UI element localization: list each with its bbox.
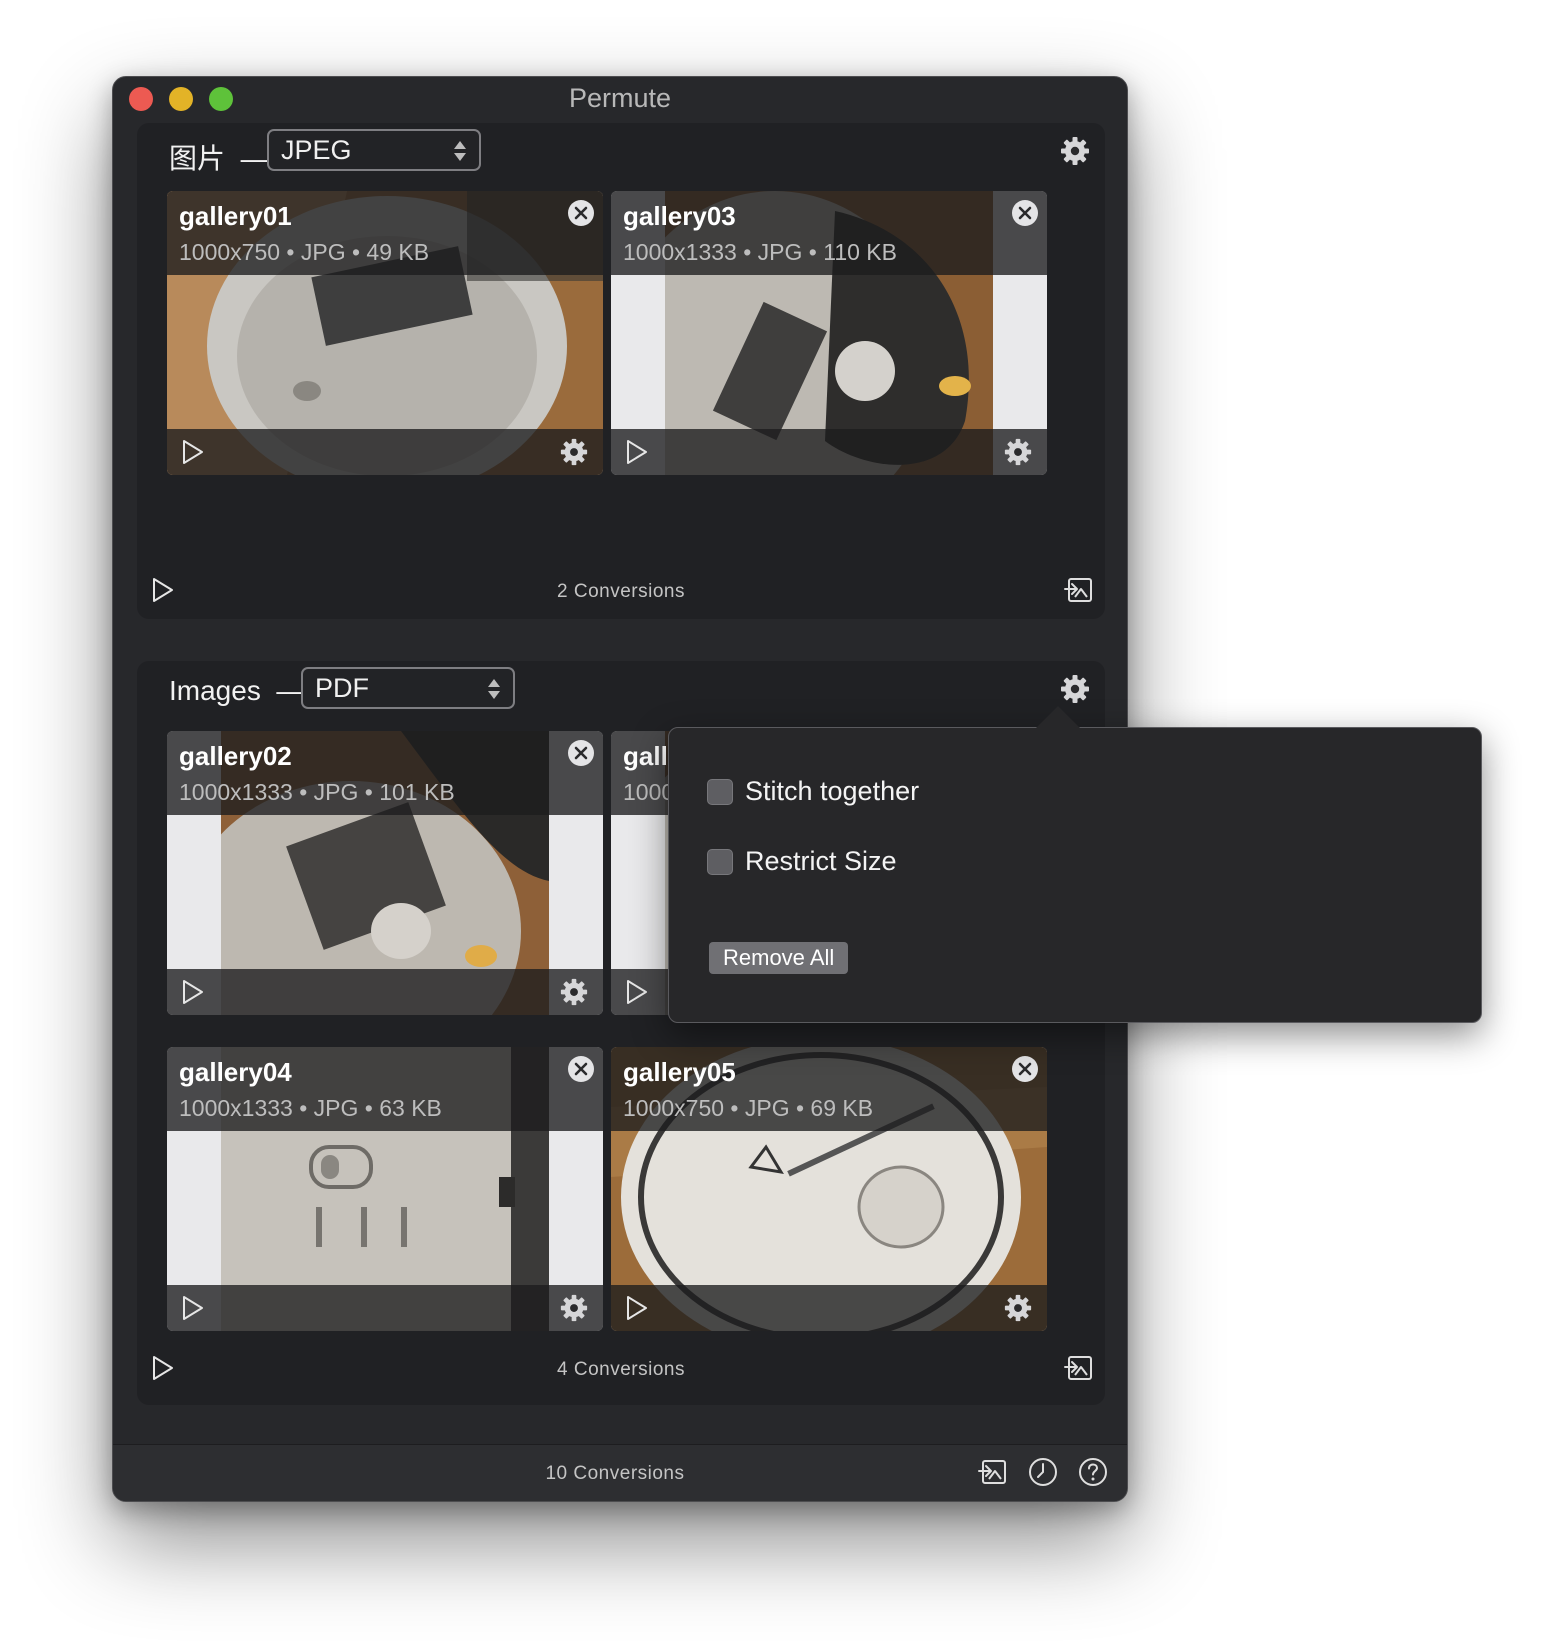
card-info-overlay: gallery02 1000x1333 • JPG • 101 KB [167,731,603,815]
group-header: 图片 — JPEG [137,123,1105,191]
select-arrows-icon [485,677,503,701]
file-settings-gear-icon[interactable] [1003,1293,1033,1323]
group-footer: 4 Conversions [137,1341,1105,1397]
card-controls [611,1285,1047,1331]
remove-file-close-icon[interactable] [567,739,595,767]
remove-file-close-icon[interactable] [567,1055,595,1083]
conversion-group-jpeg: 图片 — JPEG gallery01 1000x750 • JPG • 49 … [137,123,1105,619]
group-settings-gear-icon[interactable] [1059,673,1091,705]
format-select[interactable]: JPEG [267,129,481,171]
card-info-overlay: gallery03 1000x1333 • JPG • 110 KB [611,191,1047,275]
play-icon[interactable] [181,439,205,465]
restrict-size-checkbox[interactable] [707,849,733,875]
group-conversions-count: 2 Conversions [557,581,685,602]
file-meta: 1000x1333 • JPG • 101 KB [179,779,455,805]
file-name: gallery01 [179,201,292,231]
export-icon[interactable] [1063,1353,1095,1383]
window-title: Permute [568,83,672,113]
remove-all-button[interactable]: Remove All [709,942,849,974]
bottom-status-bar: 10 Conversions [113,1444,1127,1501]
file-card[interactable]: gallery03 1000x1333 • JPG • 110 KB [611,191,1047,475]
group-settings-popover: Stitch together Restrict Size Remove All [668,706,1482,1023]
file-name: gallery02 [179,741,292,771]
export-icon[interactable] [977,1456,1009,1488]
card-info-overlay: gallery04 1000x1333 • JPG • 63 KB [167,1047,603,1131]
stitch-together-label: Stitch together [745,776,920,806]
file-card[interactable]: gallery01 1000x750 • JPG • 49 KB [167,191,603,475]
group-conversions-count: 4 Conversions [557,1359,685,1380]
card-controls [167,969,603,1015]
group-settings-gear-icon[interactable] [1059,135,1091,167]
title-bar: Permute [113,77,1127,121]
play-icon[interactable] [625,439,649,465]
file-meta: 1000x1333 • JPG • 110 KB [623,239,897,265]
file-name: gallery03 [623,201,736,231]
play-icon[interactable] [181,1295,205,1321]
file-settings-gear-icon[interactable] [559,1293,589,1323]
card-info-overlay: gallery05 1000x750 • JPG • 69 KB [611,1047,1047,1131]
card-controls [167,429,603,475]
file-name: gallery05 [623,1057,736,1087]
file-meta: 1000x750 • JPG • 49 KB [179,239,430,265]
remove-file-close-icon[interactable] [1011,199,1039,227]
format-select-value: JPEG [281,135,352,165]
file-card[interactable]: gallery04 1000x1333 • JPG • 63 KB [167,1047,603,1331]
format-select[interactable]: PDF [301,667,515,709]
remove-file-close-icon[interactable] [567,199,595,227]
card-info-overlay: gallery01 1000x750 • JPG • 49 KB [167,191,603,275]
file-card[interactable]: gallery05 1000x750 • JPG • 69 KB [611,1047,1047,1331]
help-icon[interactable] [1077,1456,1109,1488]
group-label: 图片 — [169,143,269,174]
file-card[interactable]: gallery02 1000x1333 • JPG • 101 KB [167,731,603,1015]
group-header: Images — PDF [137,661,1105,729]
remove-file-close-icon[interactable] [1011,1055,1039,1083]
file-settings-gear-icon[interactable] [559,437,589,467]
restrict-size-label: Restrict Size [745,846,897,876]
play-icon[interactable] [625,979,649,1005]
select-arrows-icon [451,139,469,163]
file-meta: 1000x750 • JPG • 69 KB [623,1095,874,1121]
play-icon[interactable] [625,1295,649,1321]
clock-icon[interactable] [1027,1456,1059,1488]
format-select-value: PDF [315,673,369,703]
file-name: gallery04 [179,1057,292,1087]
play-icon[interactable] [181,979,205,1005]
file-meta: 1000x1333 • JPG • 63 KB [179,1095,442,1121]
group-label: Images — [169,675,305,706]
total-conversions-count: 10 Conversions [545,1463,685,1484]
popover-arrow [1036,706,1080,728]
card-controls [167,1285,603,1331]
file-settings-gear-icon[interactable] [1003,437,1033,467]
stitch-together-checkbox[interactable] [707,779,733,805]
group-footer: 2 Conversions [137,563,1105,619]
file-settings-gear-icon[interactable] [559,977,589,1007]
export-icon[interactable] [1063,575,1095,605]
card-controls [611,429,1047,475]
